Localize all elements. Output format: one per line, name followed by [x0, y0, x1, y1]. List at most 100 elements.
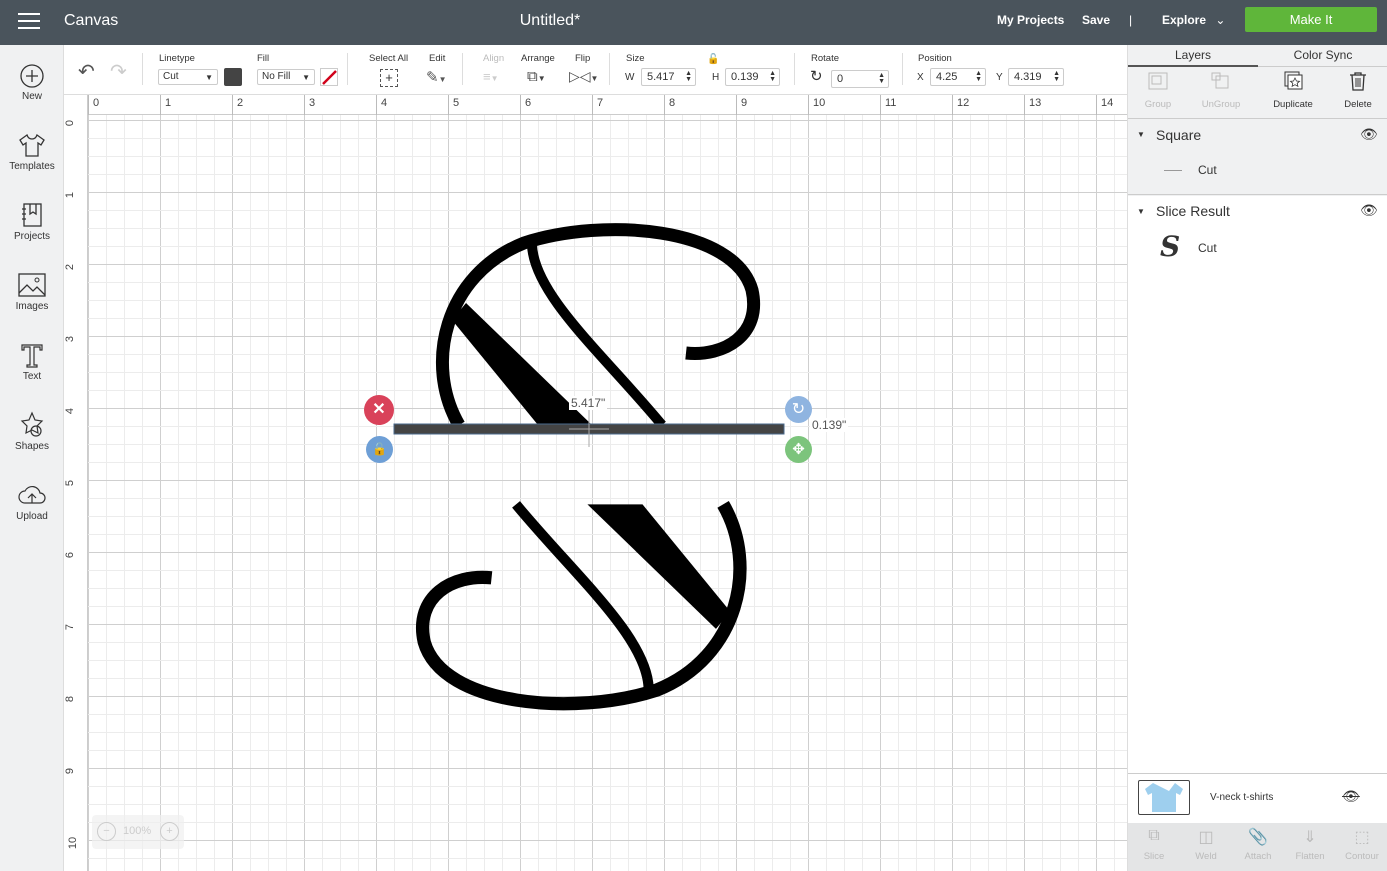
edit-icon[interactable]: ✎▼: [426, 68, 447, 86]
sidebar-item-projects[interactable]: Projects: [0, 201, 64, 242]
zoom-out-button[interactable]: −: [97, 822, 116, 841]
redo-icon[interactable]: ↷: [110, 59, 127, 84]
caret-down-icon: ▼: [205, 73, 213, 82]
select-all-label: Select All: [369, 53, 409, 64]
vertical-ruler: 0 1 2 3 4 5 6 7 8 9 10: [64, 95, 88, 871]
top-bar: Canvas Untitled* My Projects Save | Expl…: [0, 0, 1387, 45]
zoom-in-button[interactable]: +: [160, 822, 179, 841]
ruler-tick-label: 7: [597, 97, 604, 109]
unlock-handle-icon[interactable]: 🔓: [366, 436, 393, 463]
sidebar-item-shapes[interactable]: Shapes: [0, 411, 64, 452]
design-canvas[interactable]: 5.417" 0.139" ✕ 🔓 ↻ ✥ 0 1 2 3 4 5 6 7 8 9 10 11 12 13…: [64, 95, 1127, 871]
trash-icon: [1350, 72, 1366, 91]
sidebar-item-label: Shapes: [15, 441, 49, 452]
y-input[interactable]: 4.319 ▲ ▼: [1008, 68, 1064, 86]
rotate-handle-icon[interactable]: ↻: [785, 396, 812, 423]
fill-select[interactable]: No Fill ▼: [257, 69, 315, 85]
delete-handle-icon[interactable]: ✕: [364, 395, 394, 425]
line-thumbnail-icon: [1164, 170, 1182, 171]
caret-down-icon[interactable]: ▼: [1137, 207, 1145, 216]
stepper-icon[interactable]: ▲ ▼: [769, 70, 776, 83]
layer-group-slice-result[interactable]: ▼ Slice Result 👁 S Cut: [1128, 196, 1387, 773]
stepper-icon[interactable]: ▲ ▼: [878, 72, 885, 85]
make-it-button[interactable]: Make It: [1245, 7, 1377, 32]
sidebar-item-label: New: [21, 91, 42, 102]
move-handle-icon[interactable]: ✥: [785, 436, 812, 463]
explore-menu[interactable]: Explore ⌄: [1162, 13, 1225, 27]
tab-layers[interactable]: Layers: [1128, 45, 1258, 67]
width-readout: 5.417": [569, 396, 608, 410]
tab-color-sync[interactable]: Color Sync: [1258, 45, 1387, 67]
ungroup-icon: [1211, 72, 1229, 89]
monogram-s-shape[interactable]: [64, 95, 1127, 871]
undo-icon[interactable]: ↶: [78, 59, 95, 84]
duplicate-button[interactable]: Duplicate: [1263, 71, 1323, 110]
save-button[interactable]: Save: [1082, 13, 1110, 27]
height-readout: 0.139": [810, 418, 849, 432]
x-input[interactable]: 4.25 ▲ ▼: [930, 68, 986, 86]
arrange-icon[interactable]: ⧉▼: [527, 68, 546, 85]
divider: |: [1129, 13, 1133, 27]
ruler-tick-label: 14: [1101, 97, 1114, 109]
contour-icon: ⬚: [1354, 829, 1370, 846]
material-row[interactable]: V-neck t-shirts 👁: [1128, 773, 1387, 823]
height-input[interactable]: 0.139 ▲ ▼: [725, 68, 780, 86]
hidden-eye-icon[interactable]: 👁: [1342, 788, 1360, 805]
stepper-icon[interactable]: ▲ ▼: [1053, 70, 1060, 83]
ruler-tick-label: 9: [64, 767, 77, 775]
no-fill-swatch-icon[interactable]: [320, 68, 338, 86]
my-projects-link[interactable]: My Projects: [997, 13, 1064, 27]
select-all-icon[interactable]: +: [380, 69, 398, 87]
ruler-tick-label: 10: [813, 97, 826, 109]
stepper-icon[interactable]: ▲ ▼: [685, 70, 692, 83]
height-value: 0.139: [731, 71, 759, 83]
eye-icon[interactable]: 👁: [1360, 126, 1378, 143]
tool-slice-button: ⧉ Slice: [1128, 827, 1180, 862]
weld-icon: ◫: [1198, 829, 1214, 846]
sidebar-item-templates[interactable]: Templates: [0, 131, 64, 172]
sidebar-item-images[interactable]: Images: [0, 271, 64, 312]
explore-label: Explore: [1162, 13, 1207, 27]
attach-icon: 📎: [1248, 829, 1268, 846]
rotate-icon: ↻: [810, 68, 823, 85]
group-button: Group: [1128, 71, 1188, 110]
tool-contour-button: ⬚ Contour: [1336, 827, 1387, 862]
ruler-tick-label: 0: [93, 97, 100, 109]
linetype-color-swatch[interactable]: [224, 68, 242, 86]
sidebar-item-label: Projects: [13, 231, 51, 242]
zoom-control: − 100% +: [92, 815, 184, 849]
slice-icon: ⧉: [1148, 827, 1160, 844]
tool-weld-button: ◫ Weld: [1180, 827, 1232, 862]
layer-group-square[interactable]: ▼ Square 👁 Cut: [1128, 119, 1387, 195]
eye-icon[interactable]: 👁: [1360, 202, 1378, 219]
stepper-icon[interactable]: ▲ ▼: [975, 70, 982, 83]
sidebar-item-label: Templates: [9, 161, 55, 172]
fill-label: Fill: [257, 53, 270, 64]
sidebar-item-text[interactable]: Text: [0, 341, 64, 382]
caret-down-icon[interactable]: ▼: [1137, 130, 1145, 139]
ungroup-label: UnGroup: [1201, 99, 1241, 110]
rotate-input[interactable]: 0 ▲ ▼: [831, 70, 889, 88]
ruler-tick-label: 4: [381, 97, 388, 109]
ruler-tick-label: 1: [165, 97, 172, 109]
sidebar-item-new[interactable]: New: [0, 63, 64, 102]
layer-name: Square: [1156, 127, 1202, 143]
flip-label: Flip: [575, 53, 591, 64]
lock-aspect-icon[interactable]: 🔓: [707, 54, 719, 65]
ruler-tick-label: 7: [64, 623, 77, 631]
text-icon: [21, 344, 43, 368]
width-input[interactable]: 5.417 ▲ ▼: [641, 68, 696, 86]
sidebar-item-upload[interactable]: Upload: [0, 481, 64, 522]
delete-button[interactable]: Delete: [1328, 71, 1387, 110]
delete-label: Delete: [1344, 99, 1372, 110]
ruler-tick-label: 13: [1029, 97, 1042, 109]
ruler-tick-label: 3: [64, 335, 77, 343]
ruler-tick-label: 6: [525, 97, 532, 109]
x-label: X: [917, 72, 924, 83]
flip-icon[interactable]: ▷◁▼: [569, 68, 598, 85]
x-value: 4.25: [936, 71, 958, 83]
edit-label: Edit: [429, 53, 446, 64]
sidebar-item-label: Text: [22, 371, 42, 382]
linetype-select[interactable]: Cut ▼: [158, 69, 218, 85]
ruler-tick-label: 5: [453, 97, 460, 109]
